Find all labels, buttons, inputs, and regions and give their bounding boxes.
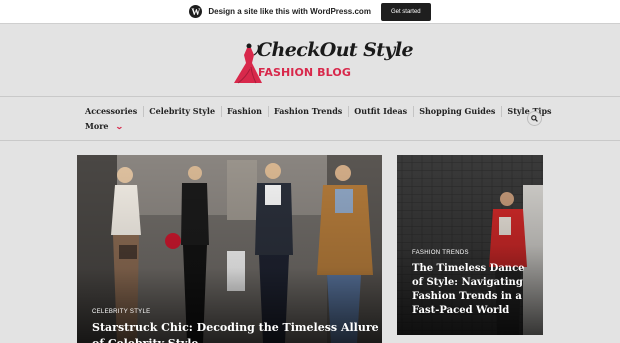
- post-title[interactable]: Starstruck Chic: Decoding the Timeless A…: [92, 320, 382, 343]
- search-button[interactable]: [527, 111, 542, 126]
- logo-title: CheckOut Style: [257, 39, 414, 61]
- nav-item-accessories[interactable]: Accessories: [80, 106, 145, 117]
- nav-item-shopping-guides[interactable]: Shopping Guides: [414, 106, 503, 117]
- nav-item-fashion-trends[interactable]: Fashion Trends: [269, 106, 350, 117]
- post-category[interactable]: CELEBRITY STYLE: [92, 309, 150, 315]
- nav-item-more[interactable]: More ⌄: [85, 121, 124, 131]
- wordpress-logo-icon[interactable]: W: [189, 5, 203, 18]
- post-category[interactable]: FASHION TRENDS: [412, 250, 469, 256]
- logo-subtitle: FASHION BLOG: [258, 66, 351, 79]
- nav-item-outfit-ideas[interactable]: Outfit Ideas: [349, 106, 415, 117]
- chevron-down-icon: ⌄: [114, 121, 124, 131]
- get-started-button[interactable]: Get started: [380, 2, 431, 21]
- nav-menu: Accessories Celebrity Style Fashion Fash…: [80, 106, 558, 117]
- search-icon: [531, 115, 538, 122]
- wordpress-promo-bar: W Design a site like this with WordPress…: [0, 0, 620, 24]
- site-logo[interactable]: CheckOut Style FASHION BLOG: [232, 39, 414, 85]
- promo-message[interactable]: Design a site like this with WordPress.c…: [208, 7, 371, 16]
- post-title[interactable]: The Timeless Dance of Style: Navigating …: [412, 262, 537, 318]
- nav-more-label: More: [85, 121, 109, 131]
- featured-post-main[interactable]: CELEBRITY STYLE Starstruck Chic: Decodin…: [77, 155, 382, 343]
- featured-post-side[interactable]: FASHION TRENDS The Timeless Dance of Sty…: [397, 155, 543, 335]
- nav-item-celebrity-style[interactable]: Celebrity Style: [144, 106, 223, 117]
- nav-item-fashion[interactable]: Fashion: [222, 106, 269, 117]
- site-header: CheckOut Style FASHION BLOG: [0, 24, 620, 97]
